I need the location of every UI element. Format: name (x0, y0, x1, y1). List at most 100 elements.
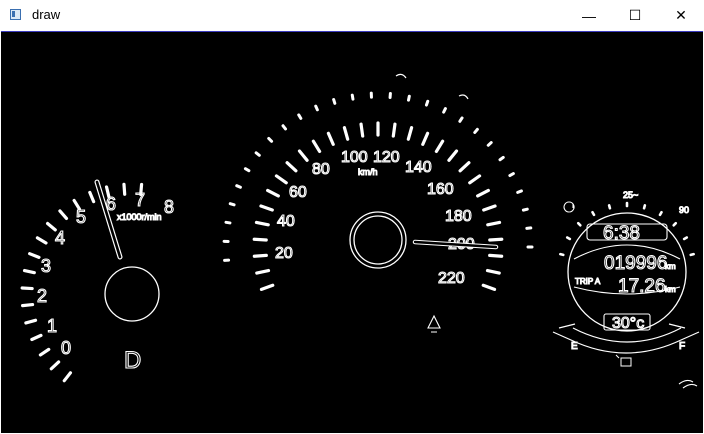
speed-dot (297, 113, 303, 120)
dashboard-drawing: 0 1 2 3 4 5 6 7 8 x1000r/min D 20 40 60 … (20, 73, 700, 389)
odometer-unit: km (665, 262, 676, 271)
speed-tick (297, 149, 309, 162)
speed-dot (521, 207, 529, 212)
speedometer-hub-outer (349, 211, 407, 269)
speed-tick (252, 253, 268, 258)
panel-dot (591, 210, 596, 217)
tach-tick (88, 190, 96, 204)
tach-tick (20, 286, 34, 291)
speed-dot (442, 107, 447, 114)
temp-scale-right: 90 (679, 205, 689, 215)
speed-tick (421, 131, 430, 146)
speed-tick (359, 122, 365, 138)
speed-dot (243, 167, 251, 173)
tach-tick (122, 182, 127, 196)
tach-unit-label: x1000r/min (117, 212, 162, 222)
tachometer-hub (104, 266, 160, 322)
fuel-full-label: F (679, 341, 685, 352)
speed-tick (255, 268, 271, 275)
speed-tick (252, 237, 268, 242)
speed-label-40: 40 (277, 213, 295, 230)
speed-unit-label: km/h (358, 167, 378, 177)
tach-tick (21, 302, 35, 308)
speed-tick (391, 122, 397, 138)
drawing-canvas: 0 1 2 3 4 5 6 7 8 x1000r/min D 20 40 60 … (1, 31, 703, 433)
decorative-mark (678, 379, 698, 389)
panel-dot (559, 252, 565, 257)
tachometer: 0 1 2 3 4 5 6 7 8 x1000r/min D (20, 179, 175, 383)
panel-dot (682, 236, 689, 241)
gear-indicator: D (124, 347, 141, 374)
panel-dot (672, 221, 678, 227)
speed-dot (516, 189, 523, 194)
panel-dot (576, 221, 582, 227)
speed-label-220: 220 (438, 270, 465, 287)
indicator-icon (395, 73, 469, 100)
tach-tick (35, 236, 48, 245)
tach-label-0: 0 (61, 338, 71, 358)
tach-label-2: 2 (37, 286, 47, 306)
panel-dot (607, 204, 612, 210)
speed-tick (266, 188, 280, 198)
minimize-button[interactable]: — (566, 0, 612, 31)
speed-tick (342, 126, 350, 141)
tach-label-3: 3 (41, 256, 51, 276)
speed-label-160: 160 (427, 181, 454, 198)
speed-tick (259, 283, 275, 292)
trip-value: 17.26 (618, 276, 666, 297)
panel-dot (642, 204, 647, 210)
tach-label-5: 5 (76, 207, 86, 227)
speed-tick (447, 149, 459, 162)
speed-label-60: 60 (289, 184, 307, 201)
app-icon (10, 9, 21, 20)
speed-tick (476, 188, 490, 198)
warning-light-icon (427, 314, 441, 333)
speed-tick (434, 139, 445, 154)
panel-dot (689, 252, 695, 257)
temp-scale-mid: 25~ (623, 190, 638, 200)
speed-label-180: 180 (445, 208, 472, 225)
window-title: draw (32, 7, 61, 22)
speed-label-120: 120 (373, 149, 400, 166)
speed-tick (259, 204, 274, 212)
tach-label-4: 4 (55, 228, 65, 248)
speed-label-80: 80 (312, 161, 330, 178)
panel-dot (565, 236, 572, 241)
fuel-empty-label: E (571, 341, 578, 352)
speed-tick (482, 204, 497, 212)
speed-dot (332, 98, 337, 105)
speed-tick (468, 174, 482, 185)
trip-label: TRIP A (575, 277, 601, 286)
tach-tick (38, 347, 51, 357)
speed-label-140: 140 (405, 159, 432, 176)
speed-label-100: 100 (341, 149, 368, 166)
title-bar: draw — ☐ ✕ (0, 0, 704, 31)
tach-tick (58, 209, 69, 221)
speed-dot (267, 136, 274, 143)
info-panel: 6:38 019996 km TRIP A 17.26 km 30°c 25~ … (552, 189, 700, 389)
speedometer-outer-dots (222, 91, 534, 262)
speed-tick (254, 220, 270, 227)
odometer-value: 019996 (604, 253, 667, 274)
speed-dot (235, 184, 242, 189)
speed-tick (481, 283, 497, 292)
speed-dot (473, 127, 479, 134)
speed-dot (350, 93, 355, 101)
speed-dot (314, 104, 319, 112)
tach-tick (24, 318, 38, 325)
speed-dot (254, 151, 261, 157)
speed-tick (488, 253, 504, 258)
speed-tick (311, 139, 322, 154)
tach-tick (62, 371, 73, 383)
speed-dot (508, 172, 515, 178)
close-button[interactable]: ✕ (658, 0, 704, 31)
speed-dot (498, 155, 505, 162)
speed-dot (424, 99, 430, 107)
tach-label-7: 7 (135, 190, 145, 210)
maximize-button[interactable]: ☐ (612, 0, 658, 31)
speed-dot (281, 124, 287, 131)
trip-unit: km (665, 285, 676, 294)
speedometer-hub-inner (353, 215, 403, 265)
tach-label-1: 1 (47, 316, 57, 336)
speed-label-20: 20 (275, 245, 293, 262)
